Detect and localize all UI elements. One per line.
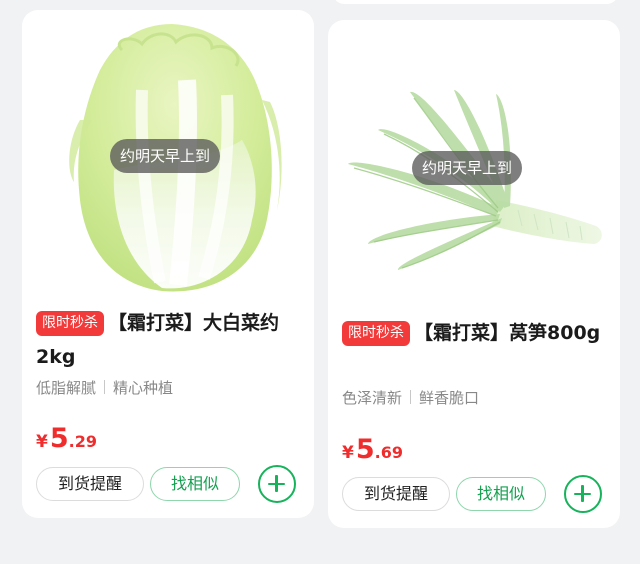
delivery-eta-pill: 约明天早上到 [110, 139, 221, 173]
delivery-eta-pill: 约明天早上到 [412, 151, 523, 185]
price-integer: 5 [49, 423, 69, 454]
currency-symbol: ¥ [36, 432, 48, 452]
flash-sale-badge: 限时秒杀 [36, 311, 104, 336]
product-tag: 鲜香脆口 [419, 389, 480, 407]
price-decimal: .69 [374, 443, 403, 462]
plus-icon [275, 475, 278, 492]
add-to-cart-button[interactable] [258, 465, 296, 503]
tag-divider [410, 390, 412, 404]
product-card-celtuce[interactable]: 约明天早上到 限时秒杀 【霜打菜】莴笋800g 色泽清新 鲜香脆口 ¥5.69 到货… [328, 20, 620, 528]
tag-divider [104, 380, 106, 394]
find-similar-button[interactable]: 找相似 [456, 477, 546, 511]
product-tag: 低脂解腻 [36, 379, 97, 397]
price-integer: 5 [355, 434, 375, 465]
arrival-reminder-button[interactable]: 到货提醒 [36, 467, 144, 501]
currency-symbol: ¥ [342, 443, 354, 463]
previous-card-edge [333, 0, 618, 4]
product-tags: 低脂解腻 精心种植 [36, 377, 173, 398]
product-tag: 色泽清新 [342, 389, 403, 407]
arrival-reminder-button[interactable]: 到货提醒 [342, 477, 450, 511]
product-card-napa-cabbage[interactable]: 约明天早上到 限时秒杀 【霜打菜】大白菜约2kg 低脂解腻 精心种植 ¥5.29 到… [22, 10, 314, 518]
product-price: ¥5.69 [342, 434, 403, 465]
product-price: ¥5.29 [36, 423, 97, 454]
product-tag: 精心种植 [113, 379, 174, 397]
find-similar-button[interactable]: 找相似 [150, 467, 240, 501]
plus-icon [581, 485, 584, 502]
price-decimal: .29 [68, 432, 97, 451]
product-tags: 色泽清新 鲜香脆口 [342, 387, 479, 408]
product-title[interactable]: 【霜打菜】莴笋800g [414, 322, 600, 344]
product-title-block[interactable]: 限时秒杀 【霜打菜】莴笋800g [342, 316, 608, 350]
product-title-block[interactable]: 限时秒杀 【霜打菜】大白菜约2kg [36, 306, 302, 374]
flash-sale-badge: 限时秒杀 [342, 321, 410, 346]
add-to-cart-button[interactable] [564, 475, 602, 513]
